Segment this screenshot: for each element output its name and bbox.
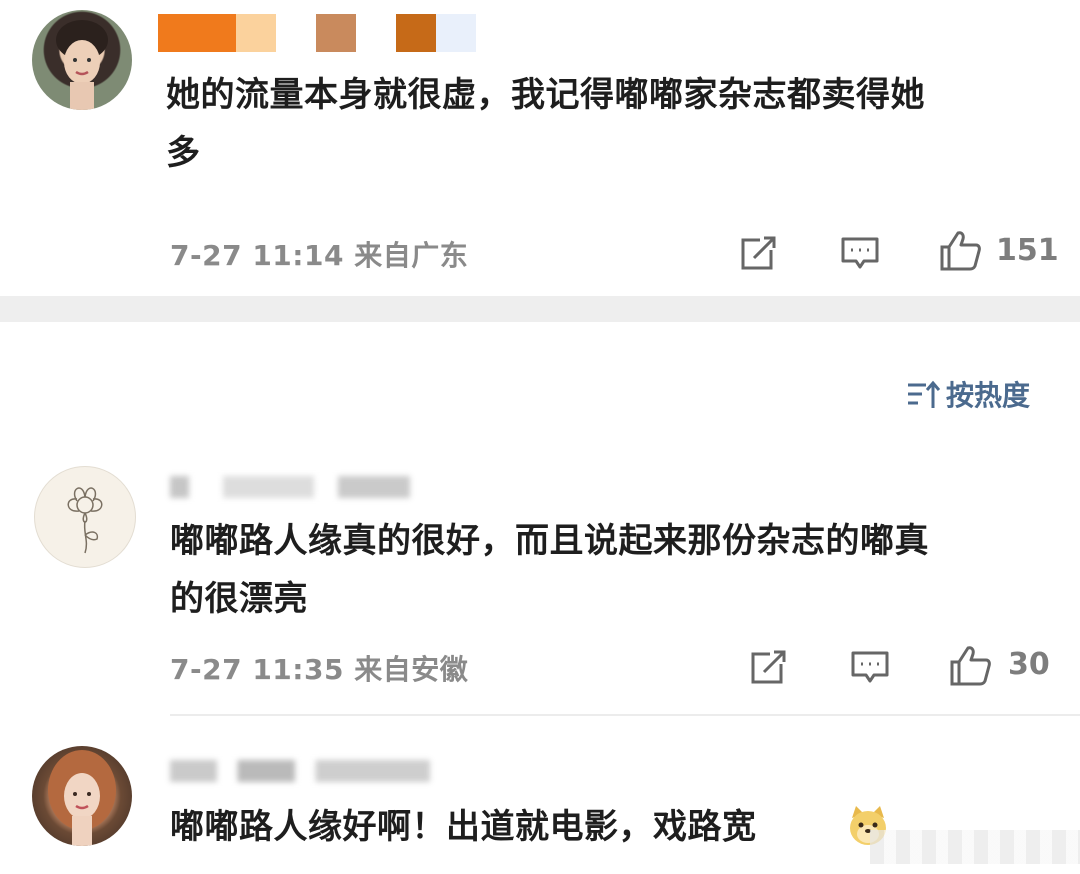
- sort-icon: [908, 380, 940, 408]
- comment-text-line: 的很漂亮: [170, 579, 308, 619]
- comment-item: 她的流量本身就很虚，我记得嘟嘟家杂志都卖得她 多 7-27 11:14 来自广东…: [0, 0, 1080, 296]
- avatar-photo-icon: [56, 20, 108, 110]
- comment-item: 嘟嘟路人缘好啊！出道就电影，戏路宽: [0, 730, 1080, 874]
- username-mosaic: [158, 14, 518, 52]
- share-icon[interactable]: [750, 648, 788, 686]
- username-mosaic: [170, 476, 410, 498]
- sort-label: 按热度: [946, 379, 1031, 412]
- comment-item: 嘟嘟路人缘真的很好，而且说起来那份杂志的嘟真 的很漂亮 7-27 11:35 来…: [0, 450, 1080, 710]
- avatar[interactable]: [32, 10, 132, 110]
- comment-text-blur: [870, 830, 1080, 864]
- like-count: 151: [996, 233, 1059, 268]
- sort-button[interactable]: 按热度: [906, 374, 1046, 414]
- comment-icon[interactable]: [840, 236, 880, 272]
- like-icon[interactable]: [948, 644, 992, 688]
- section-divider: [0, 296, 1080, 322]
- flower-sketch-icon: [67, 487, 103, 554]
- comment-meta: 7-27 11:14 来自广东: [170, 239, 469, 272]
- comment-icon[interactable]: [850, 650, 890, 686]
- comment-text-line: 多: [166, 133, 201, 173]
- username-mosaic: [170, 760, 430, 782]
- comment-text-line: 嘟嘟路人缘好啊！出道就电影，戏路宽: [170, 807, 757, 847]
- avatar[interactable]: [32, 746, 132, 846]
- comment-text-line: 她的流量本身就很虚，我记得嘟嘟家杂志都卖得她: [166, 75, 925, 115]
- avatar-photo-icon: [48, 750, 116, 846]
- comment-text: 她的流量本身就很虚，我记得嘟嘟家杂志都卖得她 多: [166, 66, 1056, 182]
- share-icon[interactable]: [740, 234, 778, 272]
- comment-divider: [170, 714, 1080, 716]
- like-icon[interactable]: [938, 229, 982, 273]
- comment-meta: 7-27 11:35 来自安徽: [170, 653, 469, 686]
- like-count: 30: [1008, 647, 1050, 682]
- comment-text: 嘟嘟路人缘真的很好，而且说起来那份杂志的嘟真 的很漂亮: [170, 512, 1060, 628]
- avatar[interactable]: [34, 466, 136, 568]
- comment-text-line: 嘟嘟路人缘真的很好，而且说起来那份杂志的嘟真: [170, 521, 929, 561]
